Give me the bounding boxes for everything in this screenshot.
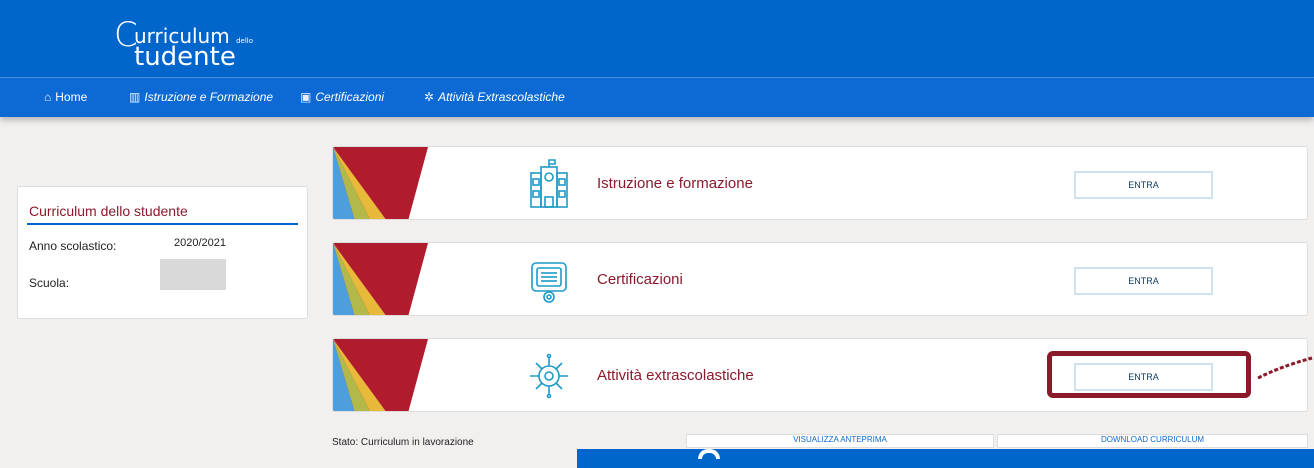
curriculum-status: Stato: Curriculum in lavorazione <box>332 437 474 448</box>
anno-value: 2020/2021 <box>174 237 226 249</box>
panel-certificazioni: Certificazioni ENTRA <box>332 242 1308 316</box>
main-nav: ⌂ Home ▥ Istruzione e Formazione ▣ Certi… <box>0 77 1314 117</box>
virus-activity-icon <box>530 353 568 399</box>
nav-istruzione[interactable]: ▥ Istruzione e Formazione <box>129 90 273 104</box>
header-bar: C urriculum dello tudente <box>0 0 1314 77</box>
nav-attivita-label: Attività Extrascolastiche <box>438 90 565 104</box>
panel-decoration <box>333 339 428 411</box>
home-icon: ⌂ <box>44 90 52 104</box>
nav-home-label: Home <box>55 90 88 104</box>
nav-attivita[interactable]: ✲ Attività Extrascolastiche <box>424 90 565 104</box>
preview-button[interactable]: VISUALIZZA ANTEPRIMA <box>686 434 994 448</box>
download-button[interactable]: DOWNLOAD CURRICULUM <box>997 434 1308 448</box>
panel-decoration <box>333 147 428 219</box>
building-icon: ▥ <box>129 90 141 104</box>
highlight-annotation <box>1047 351 1251 398</box>
nav-istruzione-label: Istruzione e Formazione <box>144 90 274 104</box>
annotation-stroke <box>1257 356 1313 380</box>
nav-certificazioni[interactable]: ▣ Certificazioni <box>300 90 384 104</box>
school-building-icon <box>530 159 568 208</box>
anno-label: Anno scolastico: <box>29 239 117 253</box>
card-title: Curriculum dello studente <box>29 203 188 219</box>
logo-line-2: tudente <box>134 42 236 72</box>
gear-cluster-icon: ✲ <box>424 90 435 104</box>
panel-title: Attività extrascolastiche <box>597 367 754 384</box>
certificate-icon <box>531 262 567 303</box>
card-title-underline <box>27 223 298 225</box>
panel-decoration <box>333 243 428 315</box>
entra-button[interactable]: ENTRA <box>1074 267 1213 295</box>
panel-title: Certificazioni <box>597 271 683 288</box>
scuola-label: Scuola: <box>29 276 70 290</box>
scuola-value-redacted <box>160 259 226 290</box>
monitor-icon: ▣ <box>300 90 312 104</box>
entra-button[interactable]: ENTRA <box>1074 171 1213 199</box>
overlay-window-header <box>577 449 1314 468</box>
panel-title: Istruzione e formazione <box>597 175 753 192</box>
student-info-card: Curriculum dello studente Anno scolastic… <box>17 186 308 319</box>
nav-certificazioni-label: Certificazioni <box>315 90 385 104</box>
panel-istruzione: Istruzione e formazione ENTRA <box>332 146 1308 220</box>
nav-home[interactable]: ⌂ Home <box>44 90 87 104</box>
